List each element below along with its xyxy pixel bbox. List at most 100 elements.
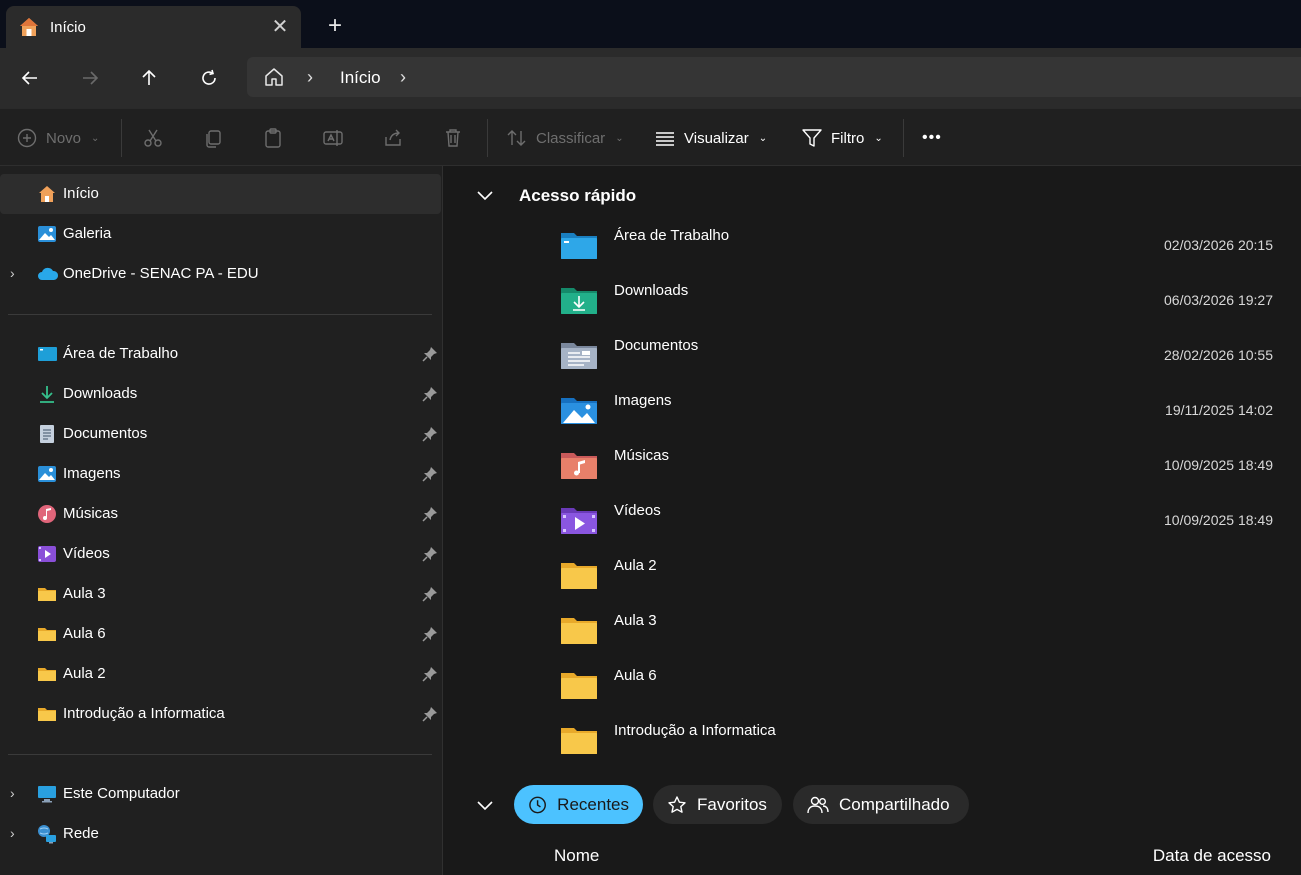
column-header-access-date[interactable]: Data de acesso xyxy=(1153,846,1271,866)
list-item[interactable]: Aula 2 xyxy=(444,551,1301,606)
new-tab-button[interactable]: + xyxy=(322,14,348,40)
collapse-quick-access-button[interactable] xyxy=(474,184,496,206)
item-name: Downloads xyxy=(614,282,689,299)
list-item[interactable]: Imagens 19/11/2025 14:02 xyxy=(444,386,1301,441)
chevron-right-icon[interactable]: › xyxy=(307,67,313,88)
pin-icon[interactable] xyxy=(422,466,438,482)
sidebar-item-aula-2[interactable]: Aula 2 xyxy=(0,654,441,694)
list-item[interactable]: Vídeos 10/09/2025 18:49 xyxy=(444,496,1301,551)
tab-label: Recentes xyxy=(557,794,629,814)
view-list-icon xyxy=(656,132,674,146)
address-bar[interactable]: › Início › xyxy=(247,57,1301,97)
sidebar-item-documentos[interactable]: Documentos xyxy=(0,414,441,454)
share-button[interactable] xyxy=(382,123,404,153)
chevron-right-icon[interactable]: › xyxy=(10,825,15,841)
pin-icon[interactable] xyxy=(422,626,438,642)
sidebar-item-galeria[interactable]: Galeria xyxy=(0,214,441,254)
sidebar-item-imagens[interactable]: Imagens xyxy=(0,454,441,494)
pin-icon[interactable] xyxy=(422,546,438,562)
quick-access-title: Acesso rápido xyxy=(519,186,637,205)
network-icon xyxy=(37,824,57,844)
rename-button[interactable] xyxy=(322,123,344,153)
chevron-right-icon[interactable]: › xyxy=(400,67,406,88)
pin-icon[interactable] xyxy=(422,346,438,362)
breadcrumb-inicio[interactable]: Início xyxy=(340,68,381,88)
sidebar-item-inicio[interactable]: Início xyxy=(0,174,441,214)
refresh-button[interactable] xyxy=(191,60,227,96)
tab-recentes[interactable]: Recentes xyxy=(514,785,643,824)
sidebar-item-onedrive[interactable]: › OneDrive - SENAC PA - EDU xyxy=(0,254,441,294)
pin-icon[interactable] xyxy=(422,506,438,522)
desktop-icon xyxy=(37,344,57,364)
list-item[interactable]: Downloads 06/03/2026 19:27 xyxy=(444,276,1301,331)
tab-favoritos[interactable]: Favoritos xyxy=(653,785,782,824)
item-date: 28/02/2026 10:55 xyxy=(1164,347,1273,363)
sidebar-item-area-de-trabalho[interactable]: Área de Trabalho xyxy=(0,334,441,374)
close-tab-button[interactable]: ✕ xyxy=(268,15,292,39)
sidebar-item-musicas[interactable]: Músicas xyxy=(0,494,441,534)
command-bar: Novo ⌄ Classificar ⌄ Visualizar ⌄ Filtro ⌄ •… xyxy=(0,108,1301,166)
pin-icon[interactable] xyxy=(422,666,438,682)
desktop-folder-icon xyxy=(560,225,598,267)
delete-button[interactable] xyxy=(442,123,464,153)
divider xyxy=(8,754,432,755)
back-button[interactable] xyxy=(12,60,48,96)
home-outline-icon[interactable] xyxy=(263,66,285,92)
music-icon xyxy=(37,504,57,524)
chevron-right-icon[interactable]: › xyxy=(10,265,15,281)
sidebar-item-aula-3[interactable]: Aula 3 xyxy=(0,574,441,614)
onedrive-icon xyxy=(37,264,59,284)
cut-button[interactable] xyxy=(142,123,164,153)
column-header-name[interactable]: Nome xyxy=(554,846,599,866)
plus-circle-icon xyxy=(17,128,37,148)
tab-inicio[interactable]: Início ✕ xyxy=(6,6,301,48)
tab-label: Favoritos xyxy=(697,794,767,814)
view-button[interactable]: Visualizar ⌄ xyxy=(654,123,767,153)
chevron-right-icon[interactable]: › xyxy=(10,785,15,801)
pin-icon[interactable] xyxy=(422,386,438,402)
folder-icon xyxy=(560,610,598,652)
sidebar-item-videos[interactable]: Vídeos xyxy=(0,534,441,574)
folder-icon xyxy=(560,665,598,707)
item-name: Área de Trabalho xyxy=(614,227,730,244)
folder-icon xyxy=(560,555,598,597)
copy-button[interactable] xyxy=(202,123,224,153)
sort-button[interactable]: Classificar ⌄ xyxy=(506,123,624,153)
share-icon xyxy=(385,129,401,146)
sidebar-item-label: Início xyxy=(63,185,99,202)
sidebar-item-introducao-a-informatica[interactable]: Introdução a Informatica xyxy=(0,694,441,734)
sidebar-item-label: OneDrive - SENAC PA - EDU xyxy=(63,265,259,282)
pin-icon[interactable] xyxy=(422,706,438,722)
up-button[interactable] xyxy=(131,60,167,96)
star-icon xyxy=(668,795,686,813)
sidebar-item-rede[interactable]: › Rede xyxy=(0,814,441,854)
videos-folder-icon xyxy=(560,500,598,542)
list-item[interactable]: Introdução a Informatica xyxy=(444,716,1301,771)
paste-button[interactable] xyxy=(262,123,284,153)
item-date: 06/03/2026 19:27 xyxy=(1164,292,1273,308)
list-item[interactable]: Aula 3 xyxy=(444,606,1301,661)
pin-icon[interactable] xyxy=(422,426,438,442)
list-item[interactable]: Aula 6 xyxy=(444,661,1301,716)
clock-icon xyxy=(529,796,546,813)
sidebar-item-aula-6[interactable]: Aula 6 xyxy=(0,614,441,654)
sidebar-item-label: Aula 2 xyxy=(63,665,106,682)
list-item[interactable]: Documentos 28/02/2026 10:55 xyxy=(444,331,1301,386)
forward-button[interactable] xyxy=(72,60,108,96)
documents-icon xyxy=(37,424,57,444)
new-button[interactable]: Novo ⌄ xyxy=(16,123,99,153)
computer-icon xyxy=(37,784,57,804)
filter-button[interactable]: Filtro ⌄ xyxy=(801,123,883,153)
item-name: Documentos xyxy=(614,337,699,354)
home-icon xyxy=(37,184,57,204)
pin-icon[interactable] xyxy=(422,586,438,602)
sidebar-item-downloads[interactable]: Downloads xyxy=(0,374,441,414)
more-options-button[interactable]: ••• xyxy=(922,123,942,153)
sidebar-item-label: Aula 3 xyxy=(63,585,106,602)
collapse-recent-button[interactable] xyxy=(474,794,496,820)
list-item[interactable]: Área de Trabalho 02/03/2026 20:15 xyxy=(444,221,1301,276)
sidebar-item-este-computador[interactable]: › Este Computador xyxy=(0,774,441,814)
title-bar: Início ✕ + xyxy=(0,0,1301,48)
tab-compartilhado[interactable]: Compartilhado xyxy=(793,785,969,824)
list-item[interactable]: Músicas 10/09/2025 18:49 xyxy=(444,441,1301,496)
